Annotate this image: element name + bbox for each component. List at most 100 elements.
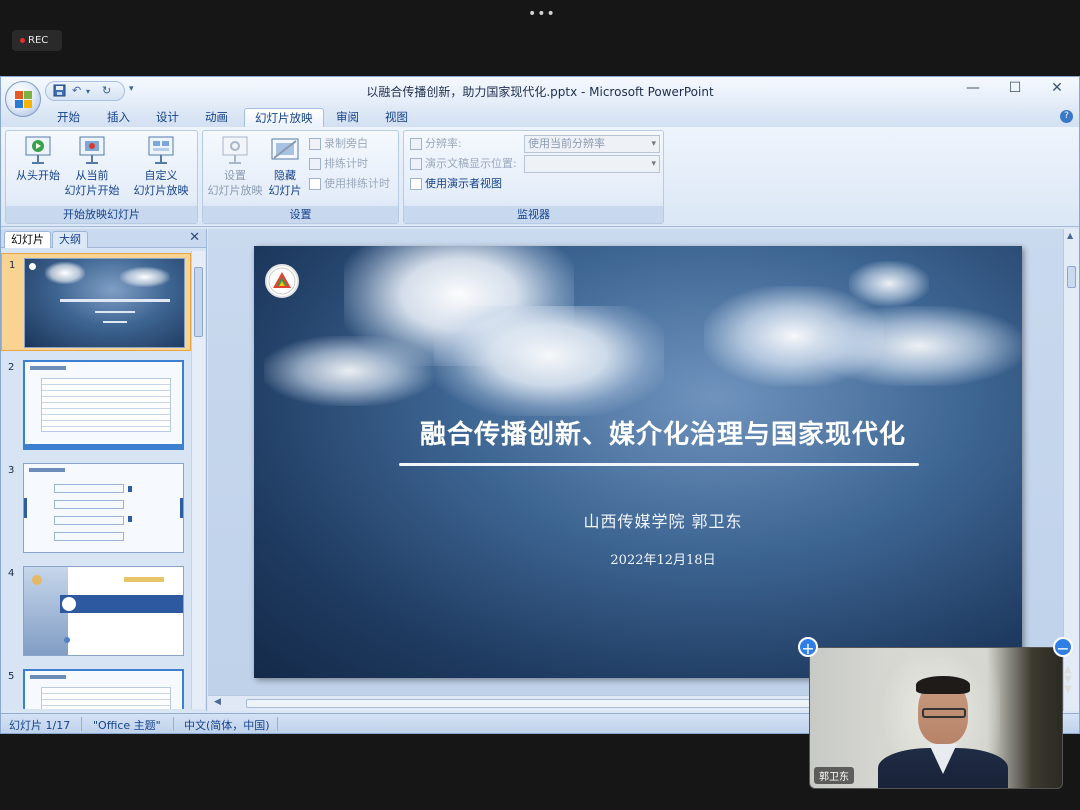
theme-name: "Office 主题" [93, 719, 161, 732]
rehearse-timings-button[interactable]: 排练计时 [309, 155, 368, 173]
help-icon[interactable]: ? [1060, 110, 1073, 123]
slide-thumbnail-2[interactable]: 2 [1, 356, 191, 454]
language-indicator[interactable]: 中文(简体，中国) [184, 717, 270, 733]
rehearse-timings-label: 排练计时 [324, 157, 368, 170]
record-dot-icon [20, 37, 25, 43]
undo-dropdown-icon[interactable]: ▾ [86, 87, 90, 96]
customize-qat-button[interactable]: ▾ [129, 84, 134, 94]
from-beginning-label: 从头开始 [16, 169, 60, 182]
footer-bar [25, 444, 182, 448]
slide-number: 5 [8, 671, 15, 682]
participant-video-tile[interactable]: 郭卫东 [809, 647, 1063, 789]
close-pane-icon[interactable]: ✕ [189, 230, 200, 245]
cloud-shape [45, 262, 85, 284]
scrollbar-thumb[interactable] [1067, 266, 1076, 288]
resolution-select[interactable]: 使用当前分辨率 [524, 135, 660, 153]
side-nav-arrows-icon[interactable]: ▲ ▼ ▼ [1064, 665, 1072, 695]
save-icon[interactable] [53, 84, 66, 100]
monitor-icon [410, 158, 422, 170]
group-setup: 设置 幻灯片放映 隐藏 幻灯片 录制旁白 排练计时 使用排练计时 设置 [202, 130, 399, 224]
scrollbar-thumb[interactable] [194, 267, 203, 337]
use-rehearsed-timings-checkbox[interactable]: 使用排练计时 [309, 175, 390, 193]
slide-number: 1 [9, 260, 16, 271]
text-block [41, 687, 171, 709]
redo-icon[interactable]: ↻ [102, 84, 111, 97]
thumbnails-scrollbar[interactable] [191, 251, 205, 709]
slide-4-preview [23, 566, 184, 656]
tab-animations[interactable]: 动画 [195, 108, 238, 127]
cloud-shape [814, 306, 1022, 386]
slide-5-preview [23, 669, 184, 709]
date-line [103, 321, 127, 323]
list-item [54, 532, 124, 541]
slide-thumbnail-4[interactable]: 4 [1, 562, 191, 660]
ribbon-tabs: 开始 插入 设计 动画 幻灯片放映 审阅 视图 ? [1, 105, 1079, 127]
tab-design[interactable]: 设计 [146, 108, 189, 127]
office-button[interactable] [5, 81, 41, 117]
list-item [54, 484, 124, 493]
tab-review[interactable]: 审阅 [326, 108, 369, 127]
slide-thumbnails: 1 2 3 4 5 [1, 251, 191, 709]
add-button[interactable]: + [798, 637, 818, 658]
collapse-button[interactable]: − [1053, 637, 1073, 658]
group-setup-label: 设置 [203, 206, 398, 223]
setup-label-1: 设置 [224, 169, 246, 182]
slide-subtitle: 山西传媒学院 郭卫东 [583, 512, 743, 531]
slide-indicator: 幻灯片 1/17 [9, 719, 71, 732]
from-beginning-button[interactable]: 从头开始 [10, 134, 66, 183]
tab-view[interactable]: 视图 [375, 108, 418, 127]
slideshow-current-icon [76, 134, 108, 166]
logo-icon [29, 263, 36, 270]
status-divider [173, 717, 174, 731]
slide-thumbnail-5[interactable]: 5 [1, 665, 191, 709]
slideshow-play-icon [22, 134, 54, 166]
record-narration-button[interactable]: 录制旁白 [309, 135, 368, 153]
slide-date: 2022年12月18日 [610, 553, 716, 568]
scroll-left-icon[interactable]: ◀ [214, 697, 221, 707]
decor-dot [64, 637, 70, 643]
scroll-up-icon[interactable]: ▲ [1067, 231, 1073, 240]
current-slide[interactable]: 融合传播创新、媒介化治理与国家现代化 山西传媒学院 郭卫东 2022年12月18… [254, 246, 1022, 678]
header-logo [30, 675, 66, 679]
tab-home[interactable]: 开始 [47, 108, 90, 127]
minimize-button[interactable]: — [953, 80, 993, 96]
group-monitors-label: 监视器 [404, 206, 663, 223]
title-line [60, 299, 170, 302]
tab-insert[interactable]: 插入 [97, 108, 140, 127]
setup-slideshow-button[interactable]: 设置 幻灯片放映 [205, 134, 265, 198]
from-current-label-1: 从当前 [75, 169, 109, 182]
marker [128, 486, 132, 492]
close-button[interactable]: ✕ [1037, 80, 1077, 96]
hide-slide-label-2: 幻灯片 [268, 184, 302, 197]
from-current-button[interactable]: 从当前 幻灯片开始 [62, 134, 122, 198]
maximize-button[interactable]: ☐ [995, 80, 1035, 96]
setup-slideshow-icon [219, 134, 251, 166]
slide-1-preview [24, 258, 185, 348]
undo-icon[interactable]: ↶ [72, 84, 81, 97]
tab-slideshow[interactable]: 幻灯片放映 [244, 108, 324, 127]
meeting-menu-dots[interactable]: ••• [528, 6, 556, 22]
custom-slideshow-button[interactable]: 自定义 幻灯片放映 [126, 134, 196, 198]
section-number-icon [62, 597, 76, 611]
slide-2-preview [23, 360, 184, 450]
tab-outline[interactable]: 大纲 [52, 231, 88, 248]
cloud-shape [264, 336, 434, 406]
status-divider [81, 717, 82, 731]
slide-thumbnail-1[interactable]: 1 [1, 253, 191, 351]
hide-slide-button[interactable]: 隐藏 幻灯片 [265, 134, 305, 198]
university-logo-icon [265, 264, 299, 298]
slide-number: 4 [8, 568, 15, 579]
list-item [54, 500, 124, 509]
presenter-view-label: 使用演示者视图 [425, 177, 502, 190]
presenter-view-checkbox[interactable]: 使用演示者视图 [410, 175, 502, 193]
slide-number: 2 [8, 362, 15, 373]
show-on-select[interactable] [524, 155, 660, 173]
tab-slides[interactable]: 幻灯片 [4, 231, 51, 248]
subtitle-line [95, 311, 135, 313]
show-on-label-text: 演示文稿显示位置: [425, 157, 517, 170]
title-bar: 以融合传播创新，助力国家现代化.pptx - Microsoft PowerPo… [1, 77, 1079, 105]
screen: ••• REC 以融合传播创新，助力国家现代化.pptx - Microsoft… [0, 0, 1080, 810]
office-logo-icon [15, 91, 32, 108]
slide-thumbnail-3[interactable]: 3 [1, 459, 191, 557]
side-bar [180, 498, 183, 518]
